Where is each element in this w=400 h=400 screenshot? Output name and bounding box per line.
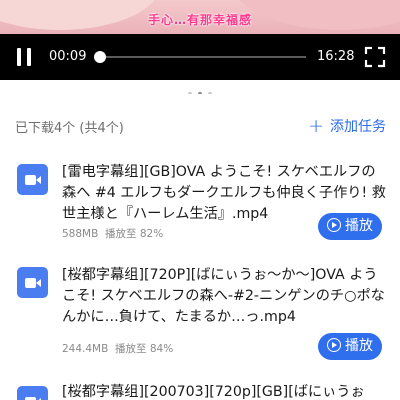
download-summary: 已下载4个 (共4个)	[15, 121, 124, 136]
current-time: 00:09	[49, 49, 87, 64]
play-button[interactable]: 播放	[318, 213, 382, 240]
file-size: 244.4MB	[62, 343, 109, 355]
play-progress: 播放至 82%	[105, 228, 164, 240]
file-title: [桜都字幕组][720P][ばにぃうぉ～か～]OVA ようこそ! スケベエルフの…	[62, 267, 385, 325]
file-meta: 588MB 播放至 82%	[62, 226, 163, 241]
pager-strip	[0, 80, 400, 96]
file-meta: 244.4MB 播放至 84%	[62, 341, 173, 356]
download-list: 已下载4个 (共4个) + 添加任务 [雷电字幕组][GB]OVA ようこそ! ス…	[0, 94, 400, 400]
add-task-button[interactable]: + 添加任务	[308, 114, 386, 137]
play-progress: 播放至 84%	[115, 343, 174, 355]
video-frame[interactable]: 手心…有那幸福感	[0, 0, 400, 34]
play-button[interactable]: 播放	[318, 333, 382, 360]
total-time: 16:28	[317, 49, 355, 64]
file-size: 588MB	[62, 228, 99, 240]
fullscreen-button[interactable]	[364, 46, 386, 68]
play-icon	[327, 218, 341, 232]
video-subtitle: 手心…有那幸福感	[147, 13, 252, 27]
add-task-label: 添加任务	[330, 119, 386, 135]
video-file-icon	[17, 386, 48, 400]
file-title: [桜都字幕组][200703][720p][GB][ばにぃうぉ	[62, 384, 365, 400]
app-screen: 手心…有那幸福感 00:09 16:28 已下载4个 (共4个) + 添加任务	[0, 0, 400, 400]
progress-slider[interactable]	[94, 51, 306, 63]
video-file-icon	[17, 164, 48, 195]
progress-thumb[interactable]	[94, 51, 107, 63]
player-controls: 00:09 16:28	[0, 34, 400, 80]
video-file-icon	[17, 267, 48, 298]
plus-icon: +	[308, 115, 324, 137]
fullscreen-icon	[364, 46, 386, 68]
play-button-label: 播放	[345, 338, 373, 354]
pause-button[interactable]	[14, 46, 36, 68]
pause-icon	[17, 48, 21, 66]
play-button-label: 播放	[345, 218, 373, 234]
play-icon	[327, 338, 341, 352]
